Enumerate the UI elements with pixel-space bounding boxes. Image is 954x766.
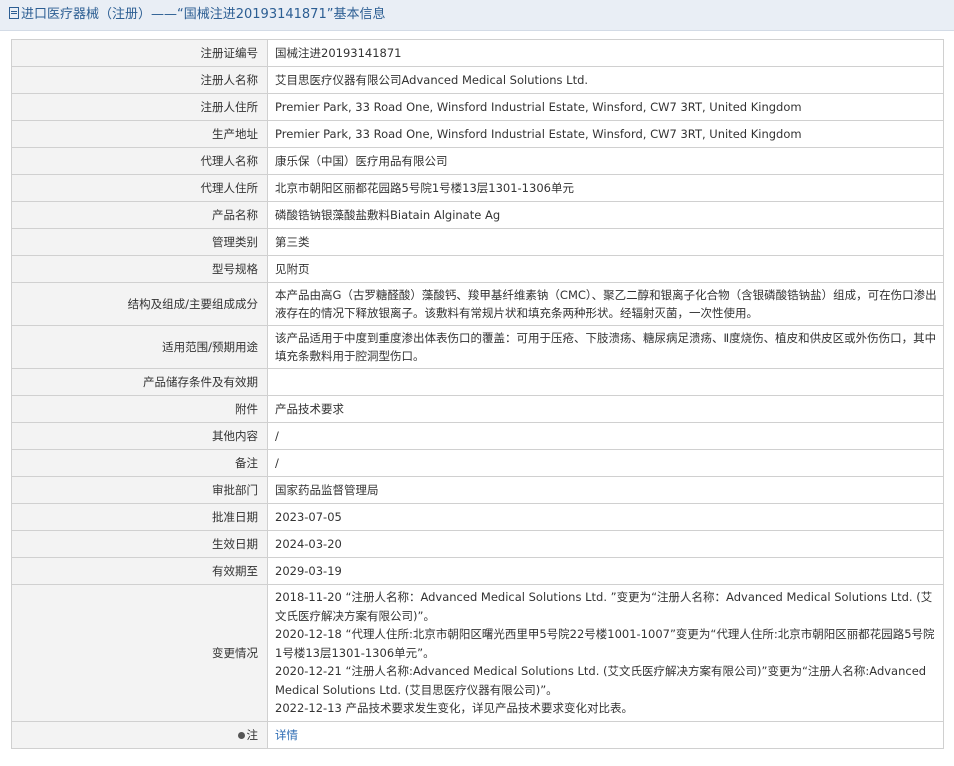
changes-label: 变更情况	[11, 584, 268, 722]
row-value: 第三类	[267, 228, 944, 256]
page-title: 进口医疗器械（注册）——“国械注进20193141871”基本信息	[21, 7, 386, 22]
table-row: 型号规格 见附页	[11, 255, 944, 283]
row-value: 磷酸锆钠银藻酸盐敷料Biatain Alginate Ag	[267, 201, 944, 229]
table-row: 产品储存条件及有效期	[11, 368, 944, 396]
row-label: 有效期至	[11, 557, 268, 585]
row-value: 国家药品监督管理局	[267, 476, 944, 504]
page-header: 进口医疗器械（注册）——“国械注进20193141871”基本信息	[0, 0, 954, 31]
table-row: 其他内容 /	[11, 422, 944, 450]
table-row: 生产地址 Premier Park, 33 Road One, Winsford …	[11, 120, 944, 148]
changes-value: 2018-11-20 “注册人名称：Advanced Medical Solut…	[267, 584, 944, 722]
row-label: 审批部门	[11, 476, 268, 504]
table-row: 附件 产品技术要求	[11, 395, 944, 423]
change-entry: 2020-12-18 “代理人住所:北京市朝阳区曙光西里甲5号院22号楼1001…	[275, 627, 935, 660]
row-value: 2023-07-05	[267, 503, 944, 531]
row-label: 管理类别	[11, 228, 268, 256]
row-label: 注册人住所	[11, 93, 268, 121]
row-label: 附件	[11, 395, 268, 423]
row-label: 备注	[11, 449, 268, 477]
note-label-cell: 注	[11, 720, 268, 749]
row-value: 产品技术要求	[267, 395, 944, 423]
table-row-changes: 变更情况 2018-11-20 “注册人名称：Advanced Medical …	[11, 584, 944, 722]
row-label: 适用范围/预期用途	[11, 325, 268, 369]
table-row: 代理人住所 北京市朝阳区丽都花园路5号院1号楼13层1301-1306单元	[11, 174, 944, 202]
note-label: 注	[246, 727, 259, 742]
table-row: 批准日期 2023-07-05	[11, 503, 944, 531]
row-label: 代理人住所	[11, 174, 268, 202]
row-label: 产品名称	[11, 201, 268, 229]
table-row: 注册人名称 艾目思医疗仪器有限公司Advanced Medical Solutio…	[11, 66, 944, 94]
row-label: 产品储存条件及有效期	[11, 368, 268, 396]
row-value	[267, 368, 944, 396]
change-entry: 2022-12-13 产品技术要求发生变化，详见产品技术要求变化对比表。	[275, 701, 633, 715]
row-value: 2029-03-19	[267, 557, 944, 585]
table-row: 管理类别 第三类	[11, 228, 944, 256]
change-entry: 2020-12-21 “注册人名称:Advanced Medical Solut…	[275, 664, 927, 697]
row-label: 注册证编号	[11, 39, 268, 67]
row-value: 2024-03-20	[267, 530, 944, 558]
table-row: 代理人名称 康乐保（中国）医疗用品有限公司	[11, 147, 944, 175]
table-row: 有效期至 2029-03-19	[11, 557, 944, 585]
row-value: Premier Park, 33 Road One, Winsford Indu…	[267, 120, 944, 148]
table-row: 备注 /	[11, 449, 944, 477]
row-label: 生效日期	[11, 530, 268, 558]
table-row: 结构及组成/主要组成成分 本产品由高G（古罗糖醛酸）藻酸钙、羧甲基纤维素钠（CMC…	[11, 282, 944, 326]
row-label: 结构及组成/主要组成成分	[11, 282, 268, 326]
row-value: 见附页	[267, 255, 944, 283]
table-row: 审批部门 国家药品监督管理局	[11, 476, 944, 504]
table-row: 注册证编号 国械注进20193141871	[11, 39, 944, 67]
row-value: 该产品适用于中度到重度渗出体表伤口的覆盖：可用于压疮、下肢溃疡、糖尿病足溃疡、Ⅱ…	[267, 325, 944, 369]
document-icon	[9, 7, 19, 19]
row-value: 国械注进20193141871	[267, 39, 944, 67]
row-value: 北京市朝阳区丽都花园路5号院1号楼13层1301-1306单元	[267, 174, 944, 202]
pin-icon	[237, 731, 245, 739]
row-value: /	[267, 449, 944, 477]
row-value: 康乐保（中国）医疗用品有限公司	[267, 147, 944, 175]
row-label: 批准日期	[11, 503, 268, 531]
table-row: 注册人住所 Premier Park, 33 Road One, Winsford…	[11, 93, 944, 121]
note-value: 详情	[267, 720, 944, 749]
row-label: 代理人名称	[11, 147, 268, 175]
row-label: 生产地址	[11, 120, 268, 148]
row-value: 本产品由高G（古罗糖醛酸）藻酸钙、羧甲基纤维素钠（CMC）、聚乙二醇和银离子化合…	[267, 282, 944, 326]
table-row: 适用范围/预期用途 该产品适用于中度到重度渗出体表伤口的覆盖：可用于压疮、下肢溃疡…	[11, 325, 944, 369]
row-value: Premier Park, 33 Road One, Winsford Indu…	[267, 93, 944, 121]
row-label: 其他内容	[11, 422, 268, 450]
info-table: 注册证编号 国械注进20193141871 注册人名称 艾目思医疗仪器有限公司Adv…	[11, 39, 944, 749]
change-entry: 2018-11-20 “注册人名称：Advanced Medical Solut…	[275, 590, 933, 623]
row-value: 艾目思医疗仪器有限公司Advanced Medical Solutions Lt…	[267, 66, 944, 94]
table-row: 产品名称 磷酸锆钠银藻酸盐敷料Biatain Alginate Ag	[11, 201, 944, 229]
table-row: 生效日期 2024-03-20	[11, 530, 944, 558]
row-value: /	[267, 422, 944, 450]
row-label: 型号规格	[11, 255, 268, 283]
row-label: 注册人名称	[11, 66, 268, 94]
details-link[interactable]: 详情	[275, 728, 298, 742]
table-row-note: 注 详情	[11, 720, 944, 749]
